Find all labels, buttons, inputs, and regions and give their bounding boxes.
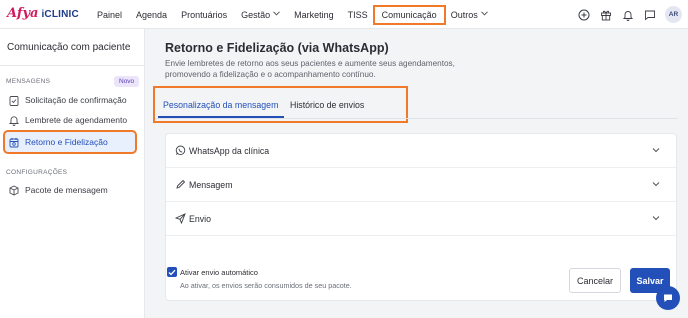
page-title: Retorno e Fidelização (via WhatsApp) bbox=[165, 41, 389, 55]
sidebar-item-label: Pacote de mensagem bbox=[25, 185, 108, 195]
auto-send-label: Ativar envio automático bbox=[180, 268, 258, 277]
nav-label: Painel bbox=[97, 9, 123, 20]
nav-label: Outros bbox=[450, 9, 478, 20]
nav-item-marketing[interactable]: Marketing bbox=[294, 10, 334, 20]
new-badge: Novo bbox=[114, 76, 140, 87]
whatsapp-icon bbox=[174, 145, 186, 157]
nav-label: Marketing bbox=[294, 9, 334, 20]
sidebar-item-lembrete[interactable]: Lembrete de agendamento bbox=[5, 110, 135, 130]
chevron-down-icon bbox=[273, 11, 280, 18]
sidebar-item-label: Retorno e Fidelização bbox=[25, 137, 108, 147]
nav-label: Gestão bbox=[241, 9, 271, 20]
main-nav: Painel Agenda Prontuários Gestão Marketi… bbox=[97, 0, 502, 29]
nav-label: Comunicação bbox=[381, 9, 437, 20]
nav-item-prontuarios[interactable]: Prontuários bbox=[181, 10, 227, 20]
chevron-down-icon bbox=[480, 11, 488, 18]
send-icon bbox=[174, 213, 186, 225]
tab-personalizacao[interactable]: Pesonalização da mensagem bbox=[163, 100, 278, 110]
logo[interactable]: Afya iCLINIC bbox=[7, 6, 79, 21]
nav-item-gestao[interactable]: Gestão bbox=[241, 10, 280, 20]
nav-item-comunicacao[interactable]: Comunicação bbox=[372, 4, 446, 25]
logo-brand: Afya bbox=[7, 6, 39, 21]
chat-support-button[interactable] bbox=[656, 286, 680, 310]
section-label-configuracoes: CONFIGURAÇÕES bbox=[6, 169, 68, 176]
nav-item-agenda[interactable]: Agenda bbox=[136, 10, 167, 20]
sidebar-item-solicitacao[interactable]: Solicitação de confirmação bbox=[5, 90, 135, 110]
nav-label: Agenda bbox=[136, 9, 168, 20]
sidebar-item-label: Solicitação de confirmação bbox=[25, 95, 127, 105]
accordion-label: Envio bbox=[189, 213, 212, 224]
calendar-icon bbox=[8, 137, 19, 148]
auto-send-checkbox[interactable] bbox=[167, 267, 177, 277]
chevron-down-icon bbox=[652, 213, 660, 223]
divider bbox=[166, 235, 678, 236]
check-icon bbox=[168, 269, 176, 275]
section-label-mensagens: MENSAGENS bbox=[6, 78, 51, 85]
chat-icon[interactable] bbox=[640, 5, 659, 24]
nav-item-tiss[interactable]: TISS bbox=[348, 10, 368, 20]
sidebar: Comunicação com paciente MENSAGENS Novo … bbox=[0, 29, 145, 318]
sidebar-item-label: Lembrete de agendamento bbox=[25, 115, 128, 125]
sidebar-item-retorno[interactable]: Retorno e Fidelização bbox=[3, 130, 137, 154]
chevron-down-icon bbox=[652, 145, 660, 155]
settings-card: WhatsApp da clínica Mensagem Envio Ativa… bbox=[165, 133, 678, 301]
sidebar-title: Comunicação com paciente bbox=[7, 42, 131, 53]
sidebar-item-pacote[interactable]: Pacote de mensagem bbox=[5, 180, 135, 200]
nav-label: TISS bbox=[347, 9, 368, 20]
add-circle-icon[interactable] bbox=[574, 5, 593, 24]
tab-historico[interactable]: Histórico de envios bbox=[290, 100, 364, 110]
page-description: Envie lembretes de retorno aos seus paci… bbox=[165, 59, 455, 79]
bell-icon bbox=[8, 115, 19, 126]
divider bbox=[155, 118, 678, 119]
top-navbar: Afya iCLINIC Painel Agenda Prontuários G… bbox=[0, 0, 688, 29]
top-icons: AR bbox=[571, 5, 682, 24]
accordion-mensagem[interactable]: Mensagem bbox=[166, 168, 678, 201]
package-icon bbox=[8, 184, 19, 196]
nav-label: Prontuários bbox=[181, 9, 228, 20]
divider bbox=[0, 65, 145, 66]
nav-item-outros[interactable]: Outros bbox=[451, 10, 488, 20]
nav-item-painel[interactable]: Painel bbox=[97, 10, 122, 20]
pencil-icon bbox=[174, 179, 186, 191]
auto-send-help: Ao ativar, os envios serão consumidos de… bbox=[180, 281, 352, 290]
accordion-whatsapp[interactable]: WhatsApp da clínica bbox=[166, 134, 678, 167]
cancel-button[interactable]: Cancelar bbox=[569, 268, 621, 293]
main-content: Retorno e Fidelização (via WhatsApp) Env… bbox=[145, 29, 688, 318]
accordion-label: Mensagem bbox=[189, 179, 233, 190]
avatar[interactable]: AR bbox=[665, 6, 682, 23]
bell-icon[interactable] bbox=[618, 5, 637, 24]
chat-icon bbox=[664, 294, 672, 302]
chevron-down-icon bbox=[652, 179, 660, 189]
gift-icon[interactable] bbox=[596, 5, 615, 24]
clipboard-check-icon bbox=[8, 95, 19, 106]
accordion-envio[interactable]: Envio bbox=[166, 202, 678, 235]
logo-product: iCLINIC bbox=[41, 9, 79, 20]
accordion-label: WhatsApp da clínica bbox=[189, 145, 270, 156]
